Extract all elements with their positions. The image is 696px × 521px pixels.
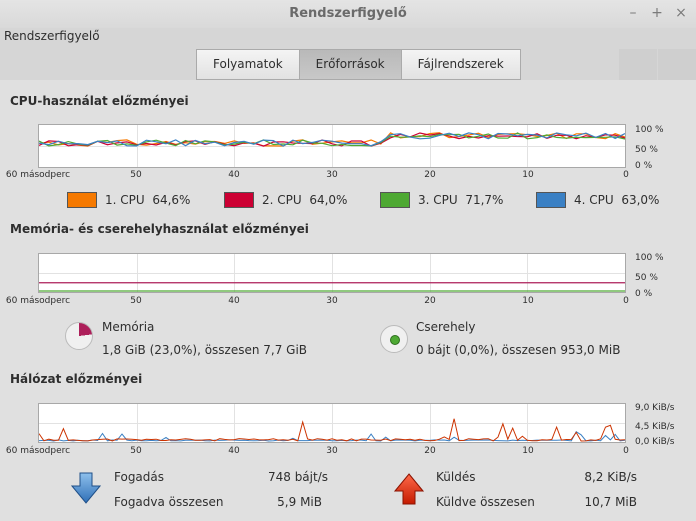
memory-y-label: 50 % bbox=[635, 273, 658, 283]
tab-resources[interactable]: Erőforrások bbox=[298, 49, 402, 80]
send-value: 8,2 KiB/s bbox=[584, 470, 637, 484]
memory-x-label: 20 bbox=[424, 296, 436, 306]
memory-y-label: 0 % bbox=[635, 289, 653, 299]
network-x-label: 30 bbox=[326, 446, 338, 456]
tab-bar: Folyamatok Erőforrások Fájlrendszerek bbox=[196, 49, 521, 80]
cpu-x-label: 10 bbox=[522, 170, 534, 180]
cpu-graph-svg bbox=[39, 125, 625, 167]
memory-pie-icon[interactable] bbox=[65, 322, 93, 350]
cpu2-legend[interactable]: 2. CPU 64,0% bbox=[224, 191, 347, 209]
network-y-label: 9,0 KiB/s bbox=[635, 403, 675, 413]
cpu1-value: 64,6% bbox=[152, 193, 191, 207]
receive-label: Fogadás bbox=[114, 470, 165, 484]
network-x-label: 40 bbox=[228, 446, 240, 456]
swap-label: Cserehely bbox=[416, 320, 476, 334]
cpu-y-label: 50 % bbox=[635, 145, 658, 155]
memory-section-title: Memória- és cserehelyhasználat előzménye… bbox=[10, 222, 309, 236]
send-total-label: Küldve összesen bbox=[436, 495, 535, 509]
cpu-y-label: 100 % bbox=[635, 125, 664, 135]
swap-indicator-dot bbox=[390, 335, 400, 345]
send-arrow-icon[interactable] bbox=[394, 473, 424, 505]
cpu1-label: 1. CPU bbox=[105, 193, 145, 207]
network-x-label: 20 bbox=[424, 446, 436, 456]
receive-arrow-icon[interactable] bbox=[71, 472, 101, 504]
cpu2-value: 64,0% bbox=[309, 193, 348, 207]
cpu3-value: 71,7% bbox=[465, 193, 504, 207]
send-total-value: 10,7 MiB bbox=[584, 495, 637, 509]
cpu1-color-swatch[interactable] bbox=[67, 192, 97, 208]
cpu4-value: 63,0% bbox=[621, 193, 660, 207]
cpu4-color-swatch[interactable] bbox=[536, 192, 566, 208]
cpu1-legend[interactable]: 1. CPU 64,6% bbox=[67, 191, 190, 209]
memory-value: 1,8 GiB (23,0%), összesen 7,7 GiB bbox=[102, 343, 308, 357]
network-graph bbox=[38, 403, 626, 443]
cpu-x-label: 0 bbox=[623, 170, 629, 180]
cpu3-legend[interactable]: 3. CPU 71,7% bbox=[380, 191, 503, 209]
tab-filesystems[interactable]: Fájlrendszerek bbox=[400, 49, 521, 80]
close-button[interactable]: × bbox=[672, 4, 690, 22]
cpu-x-label: 20 bbox=[424, 170, 436, 180]
memory-label: Memória bbox=[102, 320, 155, 334]
memory-y-label: 100 % bbox=[635, 253, 664, 263]
toolbar-button-b[interactable] bbox=[658, 49, 696, 80]
cpu2-color-swatch[interactable] bbox=[224, 192, 254, 208]
cpu-x-label: 50 bbox=[130, 170, 142, 180]
send-label: Küldés bbox=[436, 470, 476, 484]
memory-x-label: 50 bbox=[130, 296, 142, 306]
window-title: Rendszerfigyelő bbox=[289, 6, 407, 21]
memory-x-label: 60 másodperc bbox=[5, 296, 71, 306]
network-y-label: 4,5 KiB/s bbox=[635, 422, 675, 432]
tab-processes[interactable]: Folyamatok bbox=[196, 49, 300, 80]
toolbar-button-a[interactable] bbox=[619, 49, 657, 80]
minimize-button[interactable]: – bbox=[624, 4, 642, 22]
cpu4-legend[interactable]: 4. CPU 63,0% bbox=[536, 191, 659, 209]
app-menu[interactable]: Rendszerfigyelő bbox=[4, 29, 100, 43]
network-x-label: 50 bbox=[130, 446, 142, 456]
receive-total-value: 5,9 MiB bbox=[277, 495, 322, 509]
cpu-y-label: 0 % bbox=[635, 161, 653, 171]
memory-x-label: 0 bbox=[623, 296, 629, 306]
cpu4-label: 4. CPU bbox=[574, 193, 614, 207]
memory-graph-svg bbox=[39, 254, 625, 292]
memory-x-label: 40 bbox=[228, 296, 240, 306]
cpu-graph bbox=[38, 124, 626, 168]
network-x-label: 0 bbox=[623, 446, 629, 456]
title-bar: Rendszerfigyelő – + × bbox=[0, 0, 696, 28]
network-section-title: Hálózat előzményei bbox=[10, 372, 143, 386]
receive-total-label: Fogadva összesen bbox=[114, 495, 224, 509]
cpu3-label: 3. CPU bbox=[418, 193, 458, 207]
cpu3-color-swatch[interactable] bbox=[380, 192, 410, 208]
network-y-label: 0,0 KiB/s bbox=[635, 437, 675, 447]
cpu-x-label: 40 bbox=[228, 170, 240, 180]
network-x-label: 10 bbox=[522, 446, 534, 456]
cpu-section-title: CPU-használat előzményei bbox=[10, 94, 189, 108]
memory-x-label: 30 bbox=[326, 296, 338, 306]
maximize-button[interactable]: + bbox=[648, 4, 666, 22]
network-graph-svg bbox=[39, 404, 625, 442]
memory-x-label: 10 bbox=[522, 296, 534, 306]
swap-value: 0 bájt (0,0%), összesen 953,0 MiB bbox=[416, 343, 621, 357]
cpu-x-label: 30 bbox=[326, 170, 338, 180]
receive-value: 748 bájt/s bbox=[267, 470, 328, 484]
cpu2-label: 2. CPU bbox=[262, 193, 302, 207]
swap-pie-icon[interactable] bbox=[380, 325, 408, 353]
cpu-x-label: 60 másodperc bbox=[5, 170, 71, 180]
memory-graph bbox=[38, 253, 626, 293]
network-x-label: 60 másodperc bbox=[5, 446, 71, 456]
